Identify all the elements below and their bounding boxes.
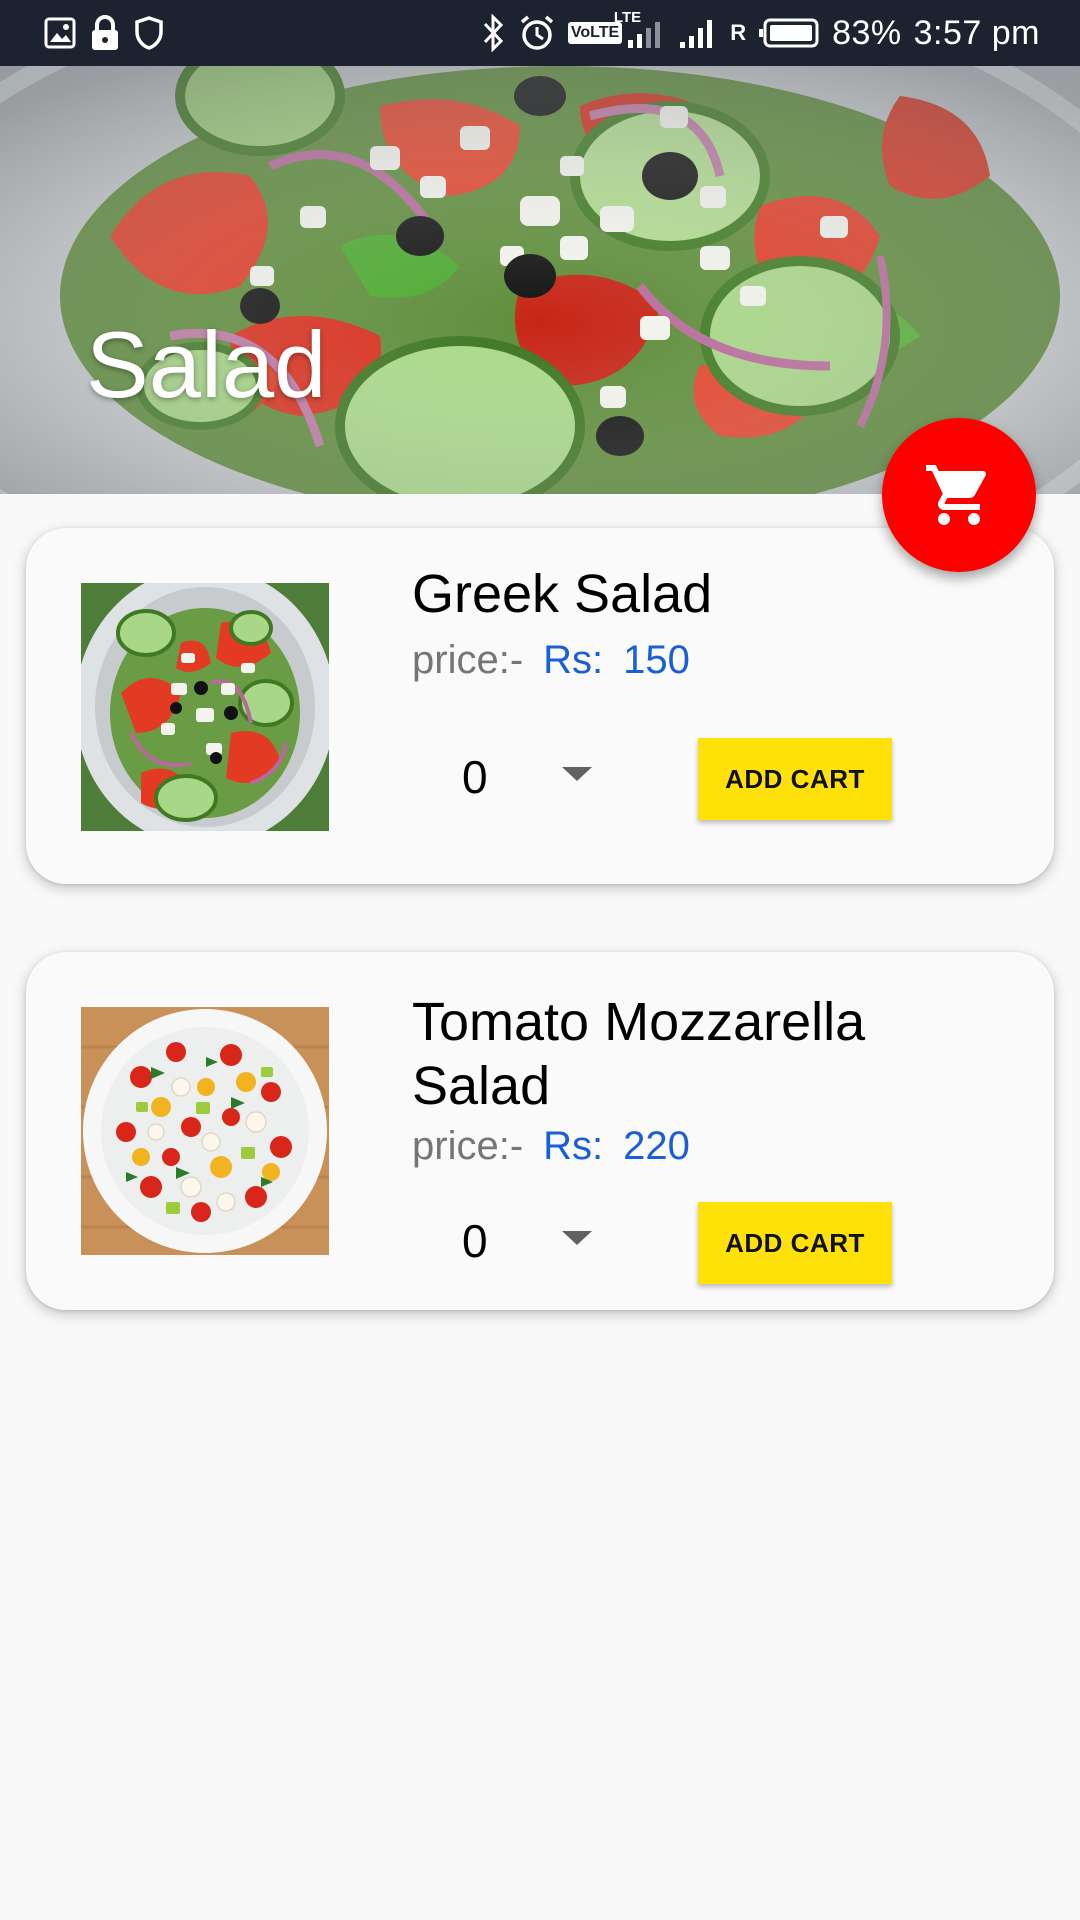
price-row: price:- Rs: 220 [412, 1124, 690, 1169]
price-value: 220 [623, 1124, 690, 1168]
price-currency: Rs: [543, 638, 604, 682]
dropdown-arrow-icon [562, 766, 592, 788]
greek-salad-image [81, 583, 329, 831]
page-title: Salad [86, 312, 327, 417]
shield-icon [134, 13, 164, 53]
cart-fab-button[interactable] [882, 418, 1036, 572]
add-cart-button[interactable]: ADD CART [698, 738, 892, 820]
battery-icon [758, 13, 820, 53]
dropdown-arrow-icon [562, 1230, 592, 1252]
gallery-icon [44, 13, 76, 53]
status-bar: VoLTE LTE R 83% 3:57 pm [0, 0, 1080, 66]
product-card: Greek Salad price:- Rs: 150 0 ADD CART [26, 528, 1054, 884]
add-cart-button[interactable]: ADD CART [698, 1202, 892, 1284]
product-thumbnail [81, 583, 329, 831]
price-label: price:- [412, 1124, 524, 1168]
lock-icon [90, 13, 120, 53]
quantity-dropdown[interactable]: 0 [462, 750, 592, 804]
price-row: price:- Rs: 150 [412, 638, 690, 683]
product-card: Tomato Mozzarella Salad price:- Rs: 220 … [26, 952, 1054, 1310]
network-icon: VoLTE LTE [567, 9, 666, 53]
quantity-value: 0 [462, 1215, 488, 1267]
clock: 3:57 pm [913, 13, 1040, 52]
battery-percentage: 83% [832, 13, 902, 52]
price-currency: Rs: [543, 1124, 604, 1168]
quantity-value: 0 [462, 751, 488, 803]
lte-label: LTE [613, 9, 642, 26]
product-thumbnail [81, 1007, 329, 1255]
quantity-dropdown[interactable]: 0 [462, 1214, 592, 1268]
status-bar-right: VoLTE LTE R 83% 3:57 pm [482, 0, 1040, 66]
price-label: price:- [412, 638, 524, 682]
shopping-cart-icon [926, 465, 987, 525]
roaming-indicator: R [730, 20, 747, 45]
signal-icon [678, 13, 718, 53]
status-bar-left [44, 0, 164, 66]
screen: VoLTE LTE R 83% 3:57 pm Salad Greek Sala… [0, 0, 1080, 1920]
tomato-mozzarella-image [81, 1007, 329, 1255]
product-name: Greek Salad [412, 564, 713, 624]
bluetooth-icon [482, 13, 506, 53]
product-name: Tomato Mozzarella Salad [412, 992, 866, 1116]
price-value: 150 [623, 638, 690, 682]
alarm-icon [518, 13, 556, 53]
